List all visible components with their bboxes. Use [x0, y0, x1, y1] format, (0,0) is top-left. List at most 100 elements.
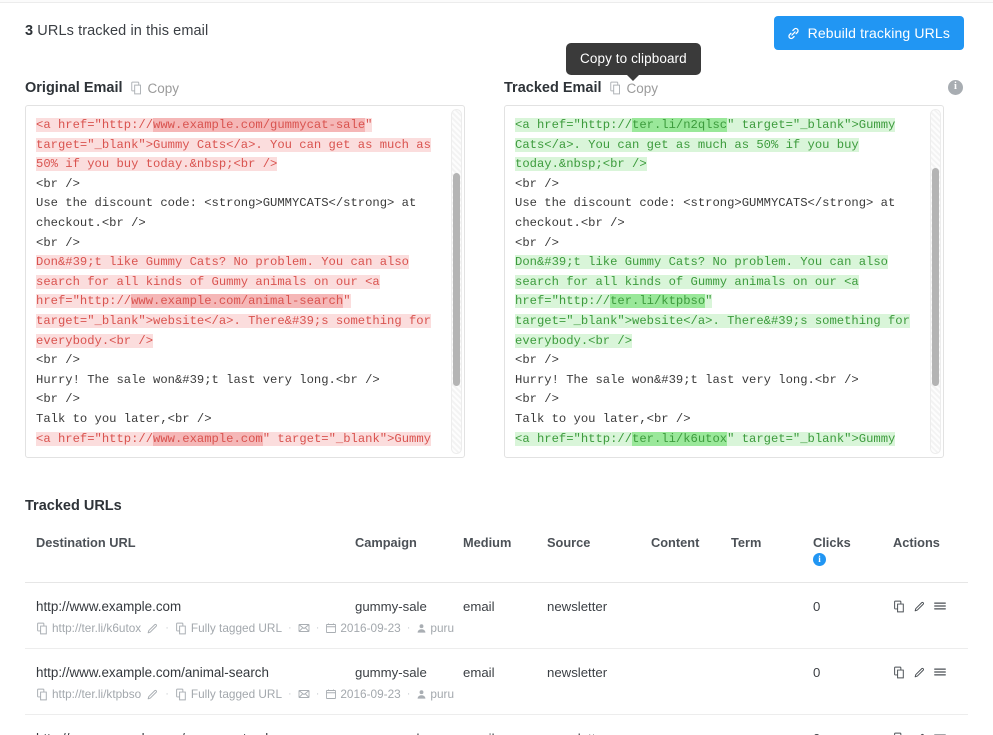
destination-url-text[interactable]: http://www.example.com: [36, 599, 355, 614]
original-copy-button[interactable]: Copy: [130, 81, 180, 96]
top-divider: [0, 0, 993, 3]
cell-medium: email: [463, 583, 547, 649]
tracked-copy-button[interactable]: Copy: [609, 81, 659, 96]
fully-tagged-url[interactable]: Fully tagged URL: [175, 687, 282, 701]
original-scrollbar-track[interactable]: [451, 109, 462, 454]
short-url-text[interactable]: http://ter.li/ktpbso: [52, 687, 141, 701]
short-url-copy[interactable]: http://ter.li/ktpbso: [36, 687, 141, 701]
original-scrollbar-thumb[interactable]: [453, 173, 460, 386]
highlighted-url: ter.li/ktpbso: [610, 294, 705, 308]
pencil-icon[interactable]: [913, 666, 926, 679]
owner: puru: [416, 687, 454, 701]
tracked-email-code: <a href="http://ter.li/n2qlsc" target="_…: [505, 106, 929, 457]
tracked-scrollbar-thumb[interactable]: [932, 168, 939, 386]
info-icon[interactable]: i: [948, 80, 963, 95]
pencil-icon[interactable]: [913, 732, 926, 735]
copy-icon: [175, 688, 188, 701]
cell-campaign: gummy-sale: [355, 649, 463, 715]
hamburger-menu-icon[interactable]: [933, 665, 947, 679]
column-actions: Actions: [893, 535, 968, 583]
pencil-icon[interactable]: [146, 622, 159, 635]
tracked-copy-label: Copy: [627, 81, 659, 96]
cell-content: [651, 715, 731, 735]
column-medium: Medium: [463, 535, 547, 583]
cell-campaign: gummy-sale: [355, 715, 463, 735]
original-email-label-group: Original Email Copy: [25, 80, 179, 96]
destination-url-text[interactable]: http://www.example.com/gummycat-sale: [36, 731, 355, 735]
url-count-number: 3: [25, 23, 33, 39]
code-segment: <br /> Hurry! The sale won&#39;t last ve…: [515, 353, 859, 426]
code-segment-red: <a href="http://www.example.com/gummycat…: [36, 118, 431, 171]
copy-icon: [36, 622, 49, 635]
meta-separator: ·: [316, 688, 320, 700]
fully-tagged-url[interactable]: Fully tagged URL: [175, 621, 282, 635]
cell-term: [731, 715, 813, 735]
cell-clicks: 0: [813, 583, 893, 649]
created-date-text: 2016-09-23: [340, 621, 400, 635]
owner: puru: [416, 621, 454, 635]
code-segment-green: <a href="http://ter.li/n2qlsc" target="_…: [515, 118, 895, 171]
cell-destination-url: http://www.example.com http://ter.li/k6u…: [25, 583, 355, 649]
table-row[interactable]: http://www.example.com/animal-search htt…: [25, 649, 968, 715]
tracked-urls-title: Tracked URLs: [25, 498, 122, 514]
rebuild-button-label: Rebuild tracking URLs: [808, 25, 950, 41]
code-segment-green: Don&#39;t like Gummy Cats? No problem. Y…: [515, 255, 910, 347]
cell-source: newsletter: [547, 583, 651, 649]
column-clicks-label: Clicks: [813, 535, 893, 550]
owner-name: puru: [430, 621, 454, 635]
short-url-text[interactable]: http://ter.li/k6utox: [52, 621, 141, 635]
tracked-scrollbar-track[interactable]: [930, 109, 941, 454]
tracked-email-code-panel: <a href="http://ter.li/n2qlsc" target="_…: [504, 105, 944, 458]
envelope-icon[interactable]: [298, 688, 310, 700]
created-date: 2016-09-23: [325, 621, 400, 635]
rebuild-tracking-urls-button[interactable]: Rebuild tracking URLs: [774, 16, 964, 50]
original-copy-label: Copy: [148, 81, 180, 96]
code-segment: <br /> Use the discount code: <strong>GU…: [36, 177, 416, 250]
original-email-code: <a href="http://www.example.com/gummycat…: [26, 106, 450, 457]
destination-url-text[interactable]: http://www.example.com/animal-search: [36, 665, 355, 680]
copy-icon[interactable]: [893, 732, 906, 735]
clicks-info-icon[interactable]: i: [813, 553, 826, 566]
hamburger-menu-icon[interactable]: [933, 731, 947, 735]
column-campaign: Campaign: [355, 535, 463, 583]
meta-separator: ·: [165, 622, 169, 634]
tracked-email-label-group: Tracked Email Copy: [504, 80, 658, 96]
calendar-icon: [325, 688, 337, 700]
code-segment-red: Don&#39;t like Gummy Cats? No problem. Y…: [36, 255, 431, 347]
column-clicks: Clicks i: [813, 535, 893, 583]
original-email-label: Original Email: [25, 80, 123, 96]
pencil-icon[interactable]: [913, 600, 926, 613]
code-segment: <br /> Hurry! The sale won&#39;t last ve…: [36, 353, 380, 426]
owner-name: puru: [430, 687, 454, 701]
copy-icon[interactable]: [893, 666, 906, 679]
row-meta: http://ter.li/ktpbso · Fully tagged URL …: [36, 687, 355, 714]
meta-separator: ·: [288, 622, 292, 634]
envelope-icon[interactable]: [298, 622, 310, 634]
tracked-urls-table: Destination URL Campaign Medium Source C…: [25, 535, 968, 735]
table-row[interactable]: http://www.example.com/gummycat-sale htt…: [25, 715, 968, 735]
hamburger-menu-icon[interactable]: [933, 599, 947, 613]
column-source: Source: [547, 535, 651, 583]
copy-icon[interactable]: [893, 600, 906, 613]
fully-tagged-label: Fully tagged URL: [191, 687, 282, 701]
url-count-text: URLs tracked in this email: [33, 23, 208, 39]
copy-icon: [175, 622, 188, 635]
table-head: Destination URL Campaign Medium Source C…: [25, 535, 968, 583]
table-row[interactable]: http://www.example.com http://ter.li/k6u…: [25, 583, 968, 649]
table-header-row: Destination URL Campaign Medium Source C…: [25, 535, 968, 583]
tracked-urls-page: 3 URLs tracked in this email Rebuild tra…: [0, 0, 993, 735]
code-segment-red: <a href="http://www.example.com" target=…: [36, 432, 431, 446]
cell-medium: email: [463, 649, 547, 715]
column-term: Term: [731, 535, 813, 583]
cell-source: newsletter: [547, 715, 651, 735]
copy-icon: [609, 81, 623, 95]
pencil-icon[interactable]: [146, 688, 159, 701]
meta-separator: ·: [407, 622, 411, 634]
meta-separator: ·: [288, 688, 292, 700]
highlighted-url: ter.li/n2qlsc: [632, 118, 727, 132]
short-url-copy[interactable]: http://ter.li/k6utox: [36, 621, 141, 635]
cell-clicks: 0: [813, 715, 893, 735]
meta-separator: ·: [316, 622, 320, 634]
cell-campaign: gummy-sale: [355, 583, 463, 649]
copy-tooltip-text: Copy to clipboard: [580, 51, 687, 66]
